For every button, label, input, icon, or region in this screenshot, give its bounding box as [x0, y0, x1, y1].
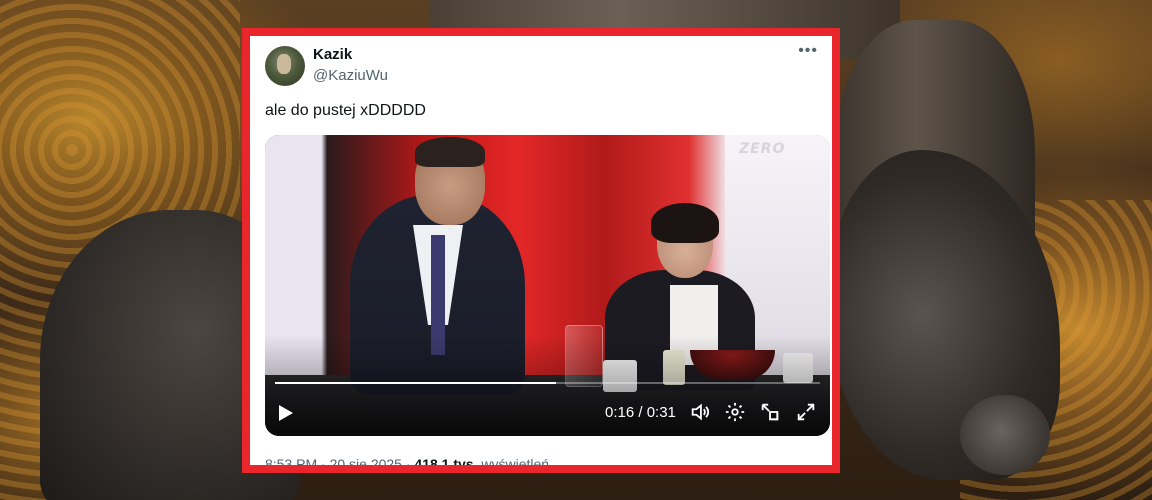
views-count: 418,1 tys.	[414, 456, 478, 465]
video-progress-bar[interactable]	[275, 382, 820, 384]
popout-icon[interactable]	[759, 401, 783, 425]
video-player[interactable]: ZERO 0:16 / 0:31	[265, 135, 830, 436]
play-icon[interactable]	[279, 405, 293, 421]
timestamp[interactable]: 8:53 PM · 20 sie 2025 ·	[265, 456, 414, 465]
red-frame: Kazik @KaziuWu ••• ale do pustej xDDDDD …	[242, 28, 840, 473]
avatar[interactable]	[265, 46, 305, 86]
tweet-footer: 8:53 PM · 20 sie 2025 · 418,1 tys. wyświ…	[265, 456, 549, 465]
author-handle[interactable]: @KaziuWu	[313, 67, 388, 84]
author-name[interactable]: Kazik	[313, 46, 352, 63]
settings-icon[interactable]	[724, 401, 748, 425]
volume-icon[interactable]	[689, 401, 713, 425]
more-options-icon[interactable]: •••	[798, 42, 818, 60]
tweet-text: ale do pustej xDDDDD	[265, 102, 426, 119]
views-label: wyświetleń	[481, 456, 550, 465]
video-time: 0:16 / 0:31	[605, 404, 676, 421]
channel-logo: ZERO	[739, 141, 786, 157]
video-progress-fill	[275, 382, 557, 384]
video-controls: 0:16 / 0:31	[265, 397, 830, 429]
tweet-card: Kazik @KaziuWu ••• ale do pustej xDDDDD …	[250, 36, 832, 465]
fullscreen-icon[interactable]	[795, 401, 819, 425]
